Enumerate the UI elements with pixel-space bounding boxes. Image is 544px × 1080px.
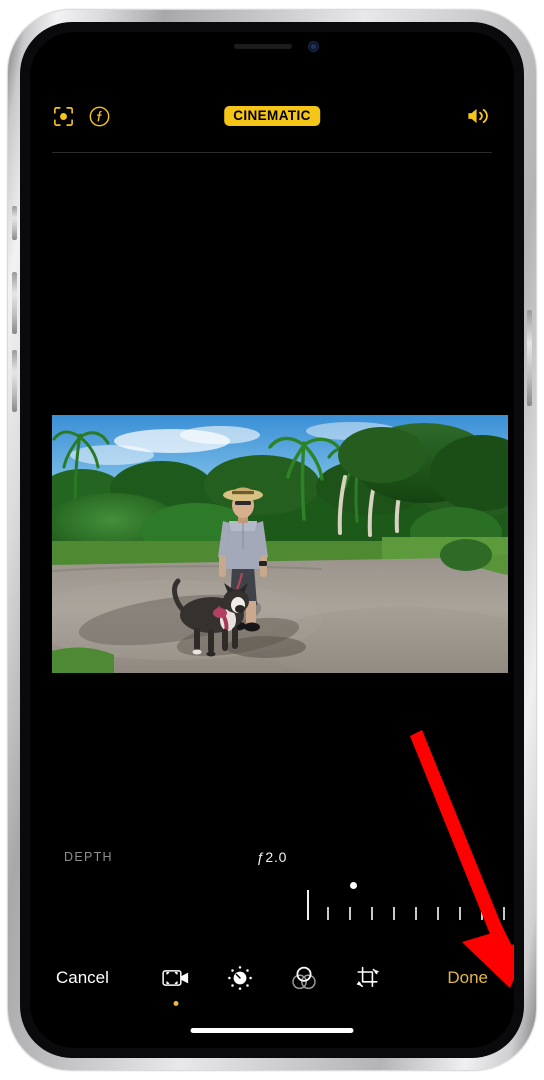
editor-top-bar: CINEMATIC: [30, 92, 514, 140]
filters-circles-icon: [292, 966, 316, 990]
silent-switch-button[interactable]: [12, 206, 17, 240]
done-button[interactable]: Done: [447, 968, 488, 988]
tool-icon-group: [159, 961, 385, 1006]
slider-tick: [393, 907, 395, 920]
photo-preview[interactable]: [52, 415, 508, 673]
speaker-volume-icon[interactable]: [465, 104, 492, 128]
video-camera-brackets-icon: [162, 970, 189, 986]
device-notch: [186, 32, 358, 60]
slider-tick: [481, 907, 483, 920]
slider-tick: [371, 907, 373, 920]
top-bar-divider: [52, 152, 492, 153]
cinematic-video-tool-button[interactable]: [159, 961, 193, 1006]
crop-rotate-icon: [356, 966, 379, 987]
adjust-dial-icon: [228, 966, 252, 990]
focus-reticle-icon[interactable]: [52, 105, 75, 128]
photo-image: [52, 415, 508, 673]
depth-slider[interactable]: [52, 880, 505, 922]
slider-tick: [349, 907, 351, 920]
cancel-button[interactable]: Cancel: [56, 968, 109, 988]
adjust-tool-button[interactable]: [223, 961, 257, 995]
slider-tick: [327, 907, 329, 920]
active-tool-indicator-dot: [173, 1001, 179, 1006]
depth-value: ƒ2.0: [256, 849, 288, 865]
top-left-icon-group: [52, 105, 111, 128]
crop-rotate-tool-button[interactable]: [351, 961, 385, 995]
depth-slider-thumb-dot: [350, 882, 357, 889]
slider-tick: [437, 907, 439, 920]
editor-bottom-toolbar: Cancel Done: [30, 952, 514, 1006]
volume-up-button[interactable]: [12, 272, 17, 334]
slider-tick-major: [307, 890, 309, 920]
slider-tick: [415, 907, 417, 920]
phone-screen: CINEMATIC DEPTH ƒ2.0 Cancel Done: [30, 32, 514, 1048]
filters-tool-button[interactable]: [287, 961, 321, 995]
earpiece-speaker: [234, 44, 292, 49]
home-indicator[interactable]: [190, 1028, 354, 1033]
volume-down-button[interactable]: [12, 350, 17, 412]
depth-label: DEPTH: [64, 850, 113, 864]
aperture-f-icon[interactable]: [88, 105, 111, 128]
slider-tick: [503, 907, 505, 920]
phone-device-frame: CINEMATIC DEPTH ƒ2.0 Cancel Done: [8, 10, 536, 1070]
power-button[interactable]: [527, 310, 532, 406]
slider-tick: [459, 907, 461, 920]
depth-control-row: DEPTH ƒ2.0: [64, 847, 480, 867]
cinematic-mode-badge: CINEMATIC: [224, 105, 320, 127]
front-camera-icon: [308, 41, 319, 52]
